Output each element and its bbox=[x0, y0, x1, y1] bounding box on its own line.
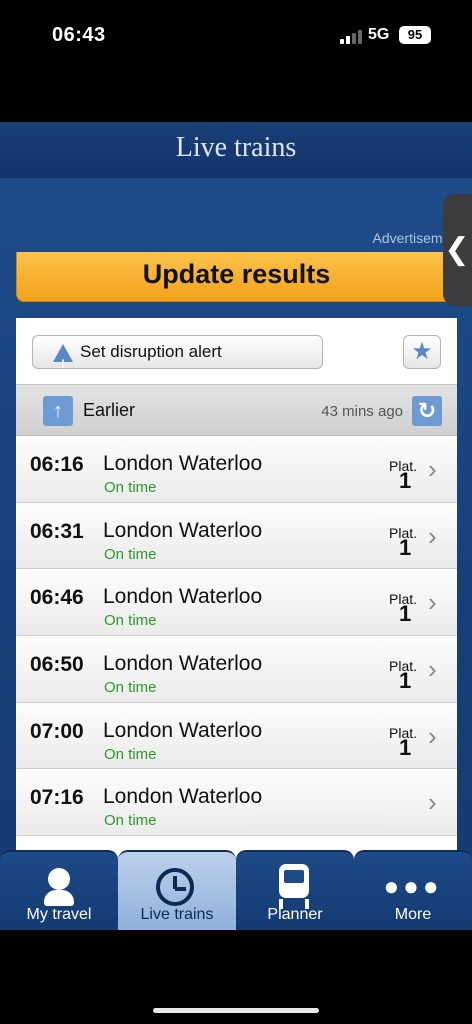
tab-planner[interactable]: Planner bbox=[236, 850, 354, 930]
train-status: On time bbox=[104, 612, 157, 630]
destination: London Waterloo bbox=[103, 785, 263, 809]
train-row[interactable]: 06:50 London Waterloo On time Plat. 1 › bbox=[16, 636, 457, 703]
last-updated-text: 43 mins ago bbox=[321, 403, 403, 420]
set-disruption-alert-button[interactable]: ! Set disruption alert bbox=[32, 335, 323, 371]
tab-label: Live trains bbox=[140, 906, 214, 923]
train-list: 06:16 London Waterloo On time Plat. 1 › … bbox=[16, 436, 457, 837]
more-dots-icon: ●●● bbox=[383, 871, 443, 901]
person-icon bbox=[0, 866, 118, 906]
warning-icon: ! bbox=[53, 344, 73, 371]
title-bar: Live trains bbox=[0, 122, 472, 178]
platform-number: 1 bbox=[399, 668, 412, 694]
network-type: 5G bbox=[368, 26, 390, 43]
train-row[interactable]: 06:46 London Waterloo On time Plat. 1 › bbox=[16, 569, 457, 637]
status-time: 06:43 bbox=[52, 24, 106, 46]
departure-time: 07:16 bbox=[30, 786, 84, 810]
train-status: On time bbox=[104, 679, 157, 697]
train-status: On time bbox=[104, 479, 157, 496]
star-icon: ★ bbox=[411, 338, 433, 365]
status-bar: 06:43 5G 95 bbox=[0, 0, 472, 70]
chevron-left-icon: ❮ bbox=[444, 233, 470, 266]
train-row[interactable]: 07:00 London Waterloo On time Plat. 1 › bbox=[16, 702, 457, 770]
tab-label: My travel bbox=[26, 906, 92, 923]
side-panel-tab[interactable]: ❮ bbox=[443, 194, 472, 306]
chevron-right-icon: › bbox=[428, 787, 437, 818]
destination: London Waterloo bbox=[103, 585, 263, 609]
chevron-right-icon: › bbox=[428, 587, 437, 618]
departure-time: 07:00 bbox=[30, 719, 84, 743]
departure-time: 06:50 bbox=[30, 653, 84, 677]
platform-number: 1 bbox=[399, 468, 412, 493]
tab-my-travel[interactable]: My travel bbox=[0, 850, 118, 930]
battery-icon: 95 bbox=[399, 26, 431, 44]
destination: London Waterloo bbox=[103, 452, 263, 475]
destination: London Waterloo bbox=[103, 518, 263, 542]
tab-label: Planner bbox=[267, 906, 323, 923]
tab-more[interactable]: ●●● More bbox=[354, 850, 472, 930]
chevron-right-icon: › bbox=[428, 654, 437, 685]
earlier-label: Earlier bbox=[83, 400, 136, 420]
bottom-tab-bar: My travel Live trains Planner ●●● More bbox=[0, 850, 472, 930]
page-title: Live trains bbox=[175, 132, 297, 163]
train-status: On time bbox=[104, 745, 157, 763]
train-row[interactable]: 06:16 London Waterloo On time Plat. 1 › bbox=[16, 436, 457, 503]
train-row[interactable]: 06:31 London Waterloo On time Plat. 1 › bbox=[16, 502, 457, 570]
chevron-right-icon: › bbox=[428, 454, 437, 484]
platform-number: 1 bbox=[399, 534, 412, 560]
results-panel: ! Set disruption alert ★ ↑ Earlier 43 mi… bbox=[16, 318, 457, 930]
clock-icon bbox=[118, 866, 236, 906]
train-row[interactable]: 07:16 London Waterloo On time › bbox=[16, 769, 457, 837]
platform-number: 1 bbox=[399, 734, 412, 760]
train-status: On time bbox=[104, 545, 157, 563]
chevron-right-icon: › bbox=[428, 720, 437, 751]
refresh-icon[interactable]: ↻ bbox=[412, 396, 442, 426]
tab-label: More bbox=[394, 906, 432, 923]
train-status: On time bbox=[104, 812, 157, 830]
favourite-star-button[interactable]: ★ bbox=[403, 335, 441, 369]
destination: London Waterloo bbox=[103, 718, 263, 742]
departure-time: 06:46 bbox=[30, 586, 84, 610]
disruption-alert-label: Set disruption alert bbox=[80, 342, 222, 361]
departure-time: 06:16 bbox=[30, 453, 84, 476]
train-icon bbox=[236, 864, 354, 909]
chevron-right-icon: › bbox=[428, 520, 437, 551]
arrow-up-icon: ↑ bbox=[43, 396, 73, 426]
tab-live-trains[interactable]: Live trains bbox=[118, 850, 236, 930]
panel-toolbar: ! Set disruption alert ★ bbox=[16, 318, 457, 384]
departure-time: 06:31 bbox=[30, 519, 84, 543]
app-screen: Live trains Advertisement Update results… bbox=[0, 122, 472, 930]
earlier-trains-row[interactable]: ↑ Earlier 43 mins ago ↻ bbox=[16, 384, 457, 436]
home-indicator[interactable] bbox=[153, 1008, 319, 1013]
signal-icon bbox=[340, 28, 362, 44]
platform-number: 1 bbox=[399, 601, 412, 627]
update-results-button[interactable]: Update results bbox=[16, 252, 457, 302]
destination: London Waterloo bbox=[103, 652, 263, 676]
